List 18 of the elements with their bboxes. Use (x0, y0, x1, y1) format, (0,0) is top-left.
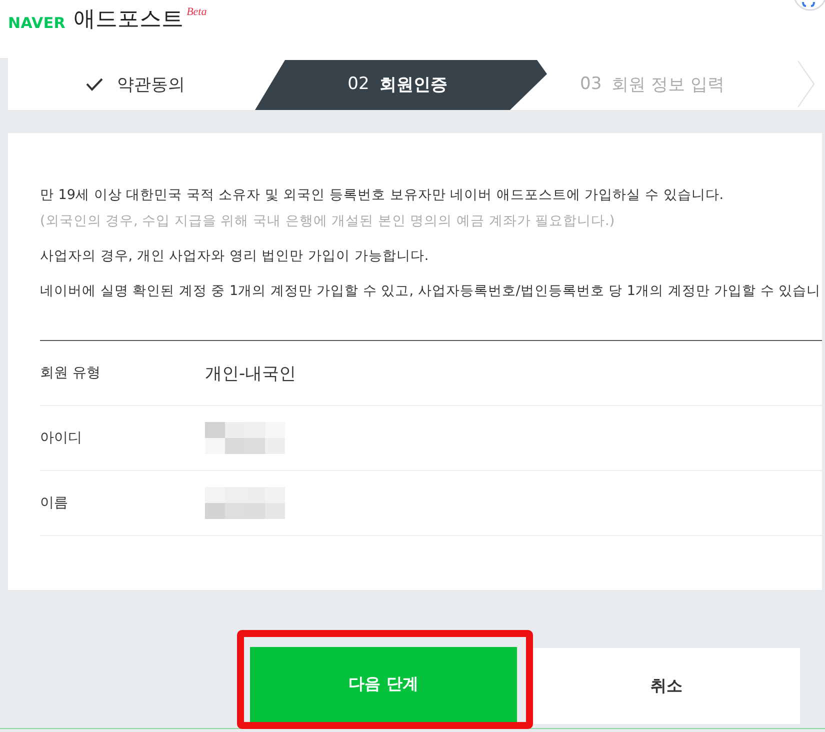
product-title: 애드포스트 (74, 6, 184, 34)
step-label: 약관동의 (117, 74, 185, 96)
step-label: 회원인증 (379, 74, 448, 96)
field-label: 이름 (40, 494, 69, 512)
chevron-icon (797, 61, 815, 107)
cancel-button[interactable]: 취소 (533, 648, 800, 724)
notice-text: 네이버에 실명 확인된 계정 중 1개의 계정만 가입할 수 있고, 사업자등록번호/법인등록번호 당 1개의 계정만 가입할 수 있습니 (40, 282, 822, 301)
step-label: 회원 정보 입력 (612, 74, 724, 96)
note-text: (외국인의 경우, 수입 지급을 위해 국내 은행에 개설된 본인 명의의 예금 계좌가 필요합니다.) (40, 212, 616, 231)
notice-text: 사업자의 경우, 개인 사업자와 영리 법인만 가입이 가능합니다. (40, 247, 430, 266)
naver-logo: NAVER (8, 14, 66, 32)
field-value: 개인-내국인 (205, 362, 296, 384)
beta-label: Beta (186, 6, 207, 18)
field-label: 회원 유형 (40, 364, 102, 382)
field-label: 아이디 (40, 429, 83, 447)
step-number: 02 (348, 74, 370, 94)
notice-text: 만 19세 이상 대한민국 국적 소유자 및 외국인 등록번호 보유자만 네이버 애드포스트에 가입하실 수 있습니다. (40, 186, 725, 205)
step-number: 03 (580, 74, 602, 94)
